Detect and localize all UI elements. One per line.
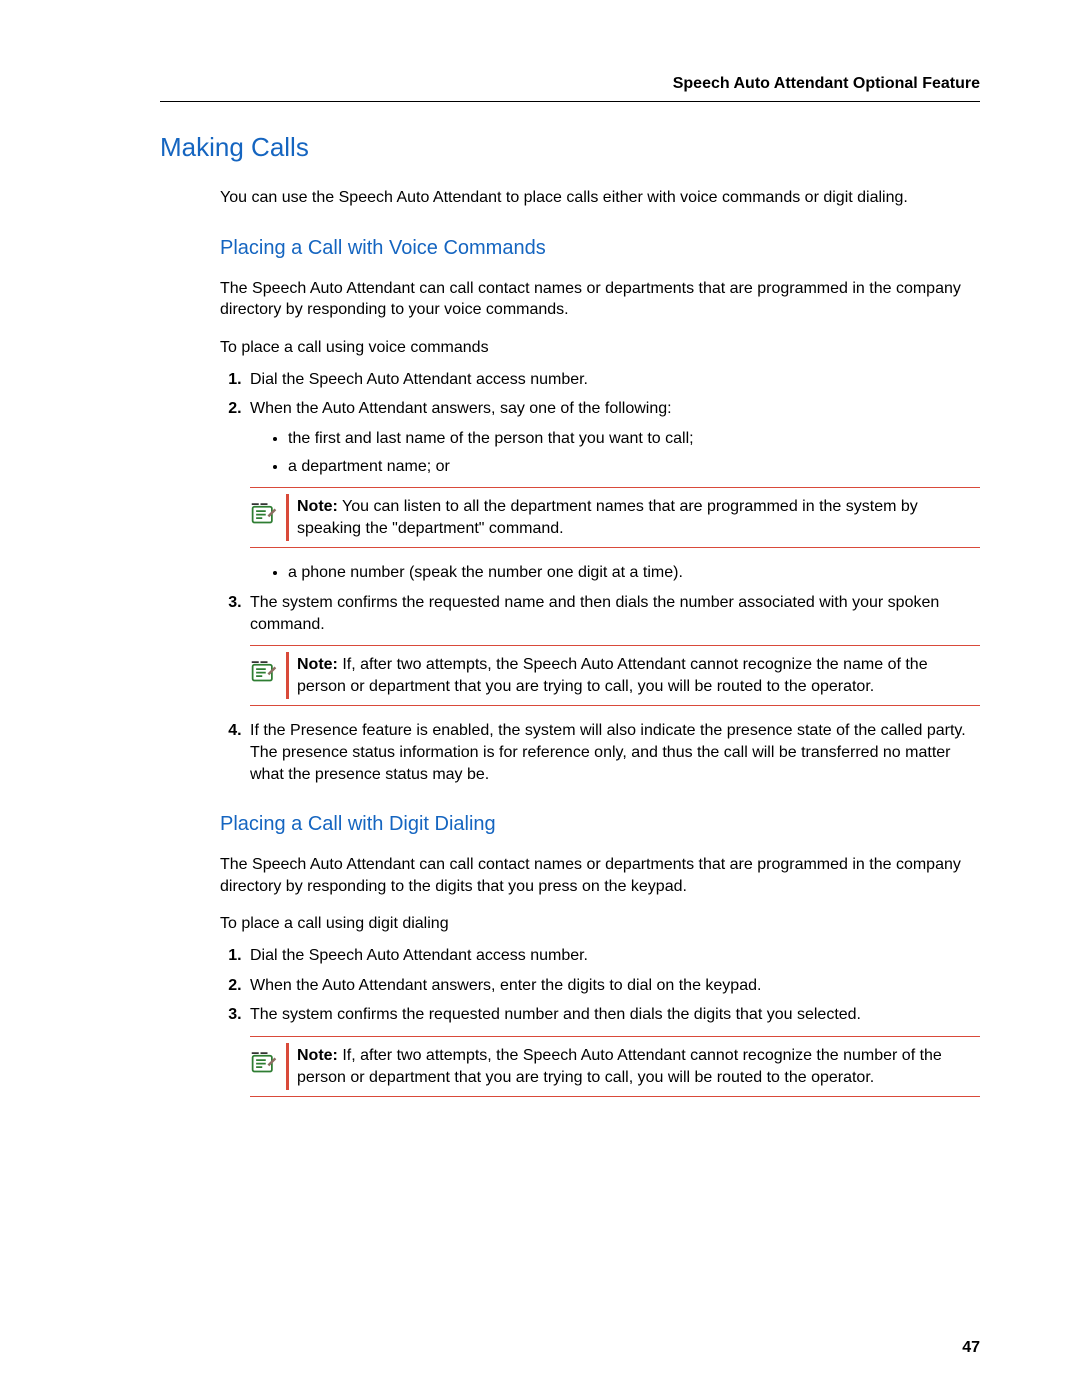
voice-task-intro: To place a call using voice commands <box>220 339 980 357</box>
note-box-operator-voice: Note: If, after two attempts, the Speech… <box>250 645 980 706</box>
note-box-operator-digit: Note: If, after two attempts, the Speech… <box>250 1036 980 1097</box>
digit-step-1: Dial the Speech Auto Attendant access nu… <box>246 945 980 967</box>
intro-paragraph: You can use the Speech Auto Attendant to… <box>220 187 980 209</box>
voice-step-2-sublist: the first and last name of the person th… <box>270 428 980 477</box>
note-body: You can listen to all the department nam… <box>297 498 918 537</box>
digit-steps-list: Dial the Speech Auto Attendant access nu… <box>220 945 980 1097</box>
note-department-text: Note: You can listen to all the departme… <box>297 494 980 541</box>
note-left-bar <box>286 652 289 699</box>
voice-step-3-text: The system confirms the requested name a… <box>250 594 939 633</box>
voice-step-4: If the Presence feature is enabled, the … <box>246 720 980 785</box>
heading-digit-dialing: Placing a Call with Digit Dialing <box>220 813 980 836</box>
page-number: 47 <box>962 1339 980 1357</box>
note-label: Note: <box>297 656 338 673</box>
digit-step-2: When the Auto Attendant answers, enter t… <box>246 975 980 997</box>
voice-step-2-bullet-2: a department name; or <box>288 456 980 478</box>
voice-step-2-text: When the Auto Attendant answers, say one… <box>250 400 672 417</box>
heading-making-calls: Making Calls <box>160 132 980 163</box>
note-body: If, after two attempts, the Speech Auto … <box>297 656 928 695</box>
page: Speech Auto Attendant Optional Feature M… <box>0 0 1080 1397</box>
voice-steps-list: Dial the Speech Auto Attendant access nu… <box>220 369 980 785</box>
note-label: Note: <box>297 498 338 515</box>
voice-step-2-bullet-3: a phone number (speak the number one dig… <box>288 562 980 584</box>
note-label: Note: <box>297 1047 338 1064</box>
voice-step-2-bullet-1: the first and last name of the person th… <box>288 428 980 450</box>
note-icon <box>250 656 278 684</box>
note-left-bar <box>286 1043 289 1090</box>
digit-paragraph: The Speech Auto Attendant can call conta… <box>220 854 980 897</box>
voice-step-2: When the Auto Attendant answers, say one… <box>246 398 980 584</box>
digit-step-3: The system confirms the requested number… <box>246 1004 980 1097</box>
voice-step-1: Dial the Speech Auto Attendant access nu… <box>246 369 980 391</box>
note-box-department: Note: You can listen to all the departme… <box>250 487 980 548</box>
note-left-bar <box>286 494 289 541</box>
heading-voice-commands: Placing a Call with Voice Commands <box>220 237 980 260</box>
note-icon <box>250 498 278 526</box>
digit-step-3-text: The system confirms the requested number… <box>250 1006 861 1023</box>
voice-paragraph: The Speech Auto Attendant can call conta… <box>220 278 980 321</box>
note-operator-voice-text: Note: If, after two attempts, the Speech… <box>297 652 980 699</box>
voice-step-3: The system confirms the requested name a… <box>246 592 980 706</box>
note-body: If, after two attempts, the Speech Auto … <box>297 1047 942 1086</box>
running-header: Speech Auto Attendant Optional Feature <box>160 75 980 102</box>
note-operator-digit-text: Note: If, after two attempts, the Speech… <box>297 1043 980 1090</box>
voice-step-2-sublist-cont: a phone number (speak the number one dig… <box>270 562 980 584</box>
digit-task-intro: To place a call using digit dialing <box>220 915 980 933</box>
note-icon <box>250 1047 278 1075</box>
